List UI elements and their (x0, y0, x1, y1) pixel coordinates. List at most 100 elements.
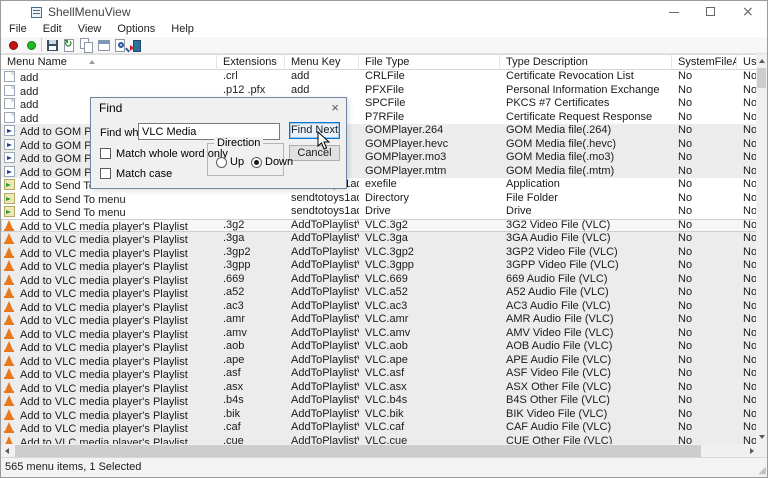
table-row[interactable]: Add to VLC media player's Playlist.a52Ad… (1, 286, 758, 300)
table-row[interactable]: Add to VLC media player's Playlist.apeAd… (1, 354, 758, 368)
direction-down-label: Down (265, 156, 293, 168)
cell-key: AddToPlaylistV... (285, 354, 359, 368)
refresh-icon[interactable]: ↻ (62, 38, 78, 53)
cell-desc: PKCS #7 Certificates (500, 97, 672, 111)
close-button[interactable]: × (731, 1, 765, 23)
vertical-scrollbar[interactable] (756, 54, 767, 444)
table-row[interactable]: Add to VLC media player's Playlist.3gp2A… (1, 246, 758, 260)
cell-sys: No (672, 151, 737, 165)
window-title: ShellMenuView (48, 5, 131, 19)
scroll-down-icon[interactable] (759, 435, 765, 439)
match-case-checkbox[interactable] (100, 168, 111, 179)
vlc-cone-icon (4, 382, 15, 393)
copy-icon[interactable] (79, 38, 95, 53)
vlc-cone-icon (4, 395, 15, 406)
cell-type: P7RFile (359, 111, 500, 125)
horizontal-scroll-thumb[interactable] (15, 445, 701, 457)
vlc-cone-icon (4, 328, 15, 339)
cell-user: No (737, 313, 758, 327)
exit-icon[interactable] (129, 38, 145, 53)
cell-desc: GOM Media file(.mo3) (500, 151, 672, 165)
cell-ext: .amv (217, 327, 285, 341)
cell-sys: No (672, 340, 737, 354)
cancel-button[interactable]: Cancel (289, 145, 340, 161)
table-row[interactable]: Add to VLC media player's Playlist.cafAd… (1, 421, 758, 435)
table-row[interactable]: Add to VLC media player's Playlist.aobAd… (1, 340, 758, 354)
minimize-button[interactable] (657, 1, 691, 23)
cell-sys: No (672, 246, 737, 260)
red-circle-icon[interactable] (6, 38, 22, 53)
cell-sys: No (672, 192, 737, 206)
table-row[interactable]: Add to VLC media player's Playlist.b4sAd… (1, 394, 758, 408)
save-icon[interactable] (45, 38, 61, 53)
cell-key: AddToPlaylistV... (285, 219, 359, 233)
cell-ext: .ac3 (217, 300, 285, 314)
find-dialog-titlebar[interactable]: Find × (91, 98, 346, 116)
scrollbar-corner (756, 444, 767, 458)
column-header-user[interactable]: User (737, 55, 758, 70)
table-row[interactable]: Add to VLC media player's Playlist.3gppA… (1, 259, 758, 273)
cell-user: No (737, 84, 758, 98)
scroll-up-icon[interactable] (759, 59, 765, 63)
green-circle-icon[interactable] (24, 38, 40, 53)
cell-desc: 3GP2 Video File (VLC) (500, 246, 672, 260)
properties-window-glyph (98, 40, 110, 51)
table-row[interactable]: Add to Send To menusendtotoys1addDriveDr… (1, 205, 758, 219)
menu-item-file[interactable]: File (1, 23, 35, 37)
column-header-menu-name[interactable]: Menu Name (1, 55, 217, 70)
table-row[interactable]: Add to VLC media player's Playlist.3gaAd… (1, 232, 758, 246)
table-row[interactable]: Add to VLC media player's Playlist.669Ad… (1, 273, 758, 287)
cell-key: AddToPlaylistV... (285, 408, 359, 422)
direction-up-radio[interactable] (216, 157, 227, 168)
table-row[interactable]: Add to VLC media player's Playlist.amvAd… (1, 327, 758, 341)
find-next-button[interactable]: Find Next (289, 122, 340, 139)
cell-user: No (737, 246, 758, 260)
table-row[interactable]: Add to VLC media player's Playlist.3g2Ad… (1, 219, 758, 233)
direction-down-radio[interactable] (251, 157, 262, 168)
cell-key: sendtotoys1add (285, 192, 359, 206)
table-row[interactable]: Add to Send To menusendtotoys1addDirecto… (1, 192, 758, 206)
column-header-menu-key[interactable]: Menu Key (285, 55, 359, 70)
cell-key: sendtotoys1add (285, 205, 359, 219)
menu-item-help[interactable]: Help (163, 23, 202, 37)
column-header-systemfileass-[interactable]: SystemFileAss... (672, 55, 737, 70)
cell-type: VLC.caf (359, 421, 500, 435)
properties-icon[interactable] (96, 38, 112, 53)
scroll-right-icon[interactable] (750, 448, 754, 454)
column-header-extensions[interactable]: Extensions (217, 55, 285, 70)
maximize-button[interactable] (694, 1, 728, 23)
send-to-icon (4, 206, 15, 217)
cell-ext (217, 192, 285, 206)
cell-user: No (737, 70, 758, 84)
menu-item-edit[interactable]: Edit (35, 23, 70, 37)
column-header-file-type[interactable]: File Type (359, 55, 500, 70)
cell-user: No (737, 354, 758, 368)
table-row[interactable]: add.crladdCRLFileCertificate Revocation … (1, 70, 758, 84)
cell-name: Add to VLC media player's Playlist (1, 273, 217, 287)
find-icon[interactable] (113, 38, 129, 53)
cell-ext: .amr (217, 313, 285, 327)
resize-grip[interactable]: ◢ (758, 465, 766, 476)
table-row[interactable]: add.p12 .pfxaddPFXFilePersonal Informati… (1, 84, 758, 98)
scroll-left-icon[interactable] (5, 448, 9, 454)
cell-user: No (737, 381, 758, 395)
menu-item-view[interactable]: View (70, 23, 110, 37)
table-row[interactable]: Add to VLC media player's Playlist.asxAd… (1, 381, 758, 395)
table-row[interactable]: Add to VLC media player's Playlist.bikAd… (1, 408, 758, 422)
match-whole-word-checkbox[interactable] (100, 148, 111, 159)
horizontal-scrollbar[interactable] (1, 444, 758, 458)
cell-type: GOMPlayer.mo3 (359, 151, 500, 165)
column-header-type-description[interactable]: Type Description (500, 55, 672, 70)
find-dialog-close-icon[interactable]: × (331, 100, 339, 115)
table-row[interactable]: Add to VLC media player's Playlist.amrAd… (1, 313, 758, 327)
menu-item-options[interactable]: Options (109, 23, 163, 37)
cell-ext: .b4s (217, 394, 285, 408)
table-row[interactable]: Add to VLC media player's Playlist.ac3Ad… (1, 300, 758, 314)
direction-up-label: Up (230, 156, 244, 168)
vlc-cone-icon (4, 233, 15, 244)
cell-type: SPCFile (359, 97, 500, 111)
vertical-scroll-thumb[interactable] (757, 68, 766, 88)
close-icon: × (742, 4, 754, 20)
cell-name: Add to Send To menu (1, 205, 217, 219)
table-row[interactable]: Add to VLC media player's Playlist.asfAd… (1, 367, 758, 381)
